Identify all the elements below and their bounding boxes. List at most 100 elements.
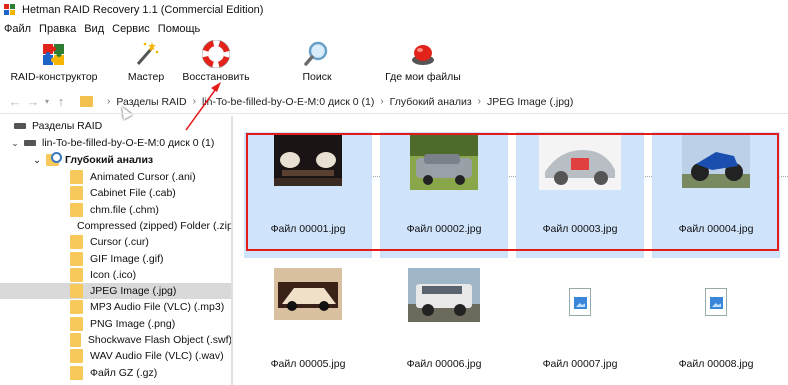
tree-label: Глубокий анализ — [65, 154, 154, 166]
folder-icon — [70, 251, 83, 266]
collapse-chevron-icon[interactable]: ⌄ — [32, 155, 42, 166]
tree-item-filetype[interactable]: Icon (.ico) — [0, 267, 232, 283]
menu-bar: Файл Правка Вид Сервис Помощь — [0, 20, 208, 37]
image-file-icon — [569, 288, 591, 316]
restore-button[interactable]: Восстановить — [180, 38, 252, 86]
file-name: Файл 00006.jpg — [406, 358, 482, 370]
tree-label: Icon (.ico) — [90, 268, 137, 281]
tree-label: Compressed (zipped) Folder (.zip) — [77, 219, 232, 232]
tree-label: GIF Image (.gif) — [90, 252, 164, 265]
folder-tree: Разделы RAID ⌄ lin-To-be-filled-by-O-E-M… — [0, 116, 232, 385]
collapse-chevron-icon[interactable]: ⌄ — [10, 138, 20, 149]
tree-scrollbar[interactable] — [231, 116, 233, 385]
breadcrumb-item-raid[interactable]: Разделы RAID — [116, 96, 186, 108]
lifebuoy-icon — [201, 39, 231, 69]
tree-label: Animated Cursor (.ani) — [90, 171, 196, 183]
file-tile[interactable]: Файл 00005.jpg — [244, 266, 372, 385]
app-window: Hetman RAID Recovery 1.1 (Commercial Edi… — [0, 0, 788, 385]
image-file-icon — [705, 288, 727, 316]
raid-constructor-label: RAID-конструктор — [10, 71, 98, 83]
tree-item-filetype[interactable]: JPEG Image (.jpg) — [0, 283, 232, 300]
tree-label: lin-To-be-filled-by-O-E-M:0 диск 0 (1) — [42, 137, 215, 149]
tree-item-filetype[interactable]: WAV Audio File (VLC) (.wav) — [0, 348, 232, 364]
search-button[interactable]: Поиск — [294, 38, 340, 86]
raid-constructor-button[interactable]: RAID-конструктор — [8, 38, 100, 86]
tree-item-filetype[interactable]: chm.file (.chm) — [0, 202, 232, 218]
menu-edit[interactable]: Правка — [39, 23, 76, 35]
tree-item-filetype[interactable]: Animated Cursor (.ani) — [0, 169, 232, 185]
folder-icon — [70, 267, 83, 282]
wizard-label: Мастер — [127, 71, 165, 83]
tree-item-deep-analysis[interactable]: ⌄ Глубокий анализ — [0, 152, 232, 168]
tree-label: PNG Image (.png) — [90, 317, 176, 330]
where-files-button[interactable]: Где мои файлы — [382, 38, 464, 86]
tree-item-filetype[interactable]: Cursor (.cur) — [0, 234, 232, 250]
menu-file[interactable]: Файл — [4, 23, 31, 35]
tree-item-disk[interactable]: ⌄ lin-To-be-filled-by-O-E-M:0 диск 0 (1) — [0, 135, 232, 151]
menu-view[interactable]: Вид — [84, 23, 104, 35]
back-arrow-icon[interactable]: ← — [6, 94, 24, 109]
file-thumbnail — [408, 268, 480, 325]
address-bar: ← → ▾ ↑ › Разделы RAID › lin-To-be-fille… — [0, 90, 788, 114]
search-folder-icon — [46, 152, 62, 166]
window-title: Hetman RAID Recovery 1.1 (Commercial Edi… — [22, 4, 264, 16]
raid-drive-icon — [14, 123, 26, 129]
breadcrumb[interactable]: › Разделы RAID › lin-To-be-filled-by-O-E… — [76, 92, 573, 112]
tree-label: chm.file (.chm) — [90, 203, 159, 216]
disk-icon — [24, 140, 36, 146]
tree-item-filetype[interactable]: GIF Image (.gif) — [0, 251, 232, 267]
breadcrumb-separator: › — [192, 96, 196, 107]
file-name: Файл 00008.jpg — [678, 358, 754, 370]
menu-service[interactable]: Сервис — [112, 23, 150, 35]
file-name: Файл 00005.jpg — [270, 358, 346, 370]
breadcrumb-item-deep[interactable]: Глубокий анализ — [390, 96, 472, 108]
file-name: Файл 00007.jpg — [542, 358, 618, 370]
tree-item-filetype[interactable]: Compressed (zipped) Folder (.zip) — [0, 218, 232, 234]
app-logo-icon — [4, 4, 16, 16]
where-files-label: Где мои файлы — [385, 71, 461, 83]
breadcrumb-item-jpeg[interactable]: JPEG Image (.jpg) — [487, 96, 573, 108]
tree-label: Разделы RAID — [32, 120, 103, 132]
folder-icon — [70, 186, 83, 201]
wizard-button[interactable]: Мастер — [118, 38, 174, 86]
folder-icon — [80, 96, 93, 107]
history-chevron-icon[interactable]: ▾ — [42, 97, 52, 106]
file-tile[interactable]: Файл 00008.jpg — [652, 266, 780, 385]
search-label: Поиск — [302, 71, 332, 83]
magic-wand-icon — [132, 40, 160, 68]
folder-icon — [70, 202, 83, 217]
tree-label: Файл GZ (.gz) — [90, 366, 158, 379]
folder-icon — [70, 349, 83, 364]
folder-icon — [70, 284, 83, 299]
title-bar: Hetman RAID Recovery 1.1 (Commercial Edi… — [0, 0, 788, 20]
folder-icon — [70, 365, 83, 380]
tree-item-filetype[interactable]: Shockwave Flash Object (.swf) — [0, 332, 232, 348]
puzzle-icon — [40, 40, 68, 68]
folder-icon — [70, 235, 83, 250]
folder-icon — [70, 333, 81, 347]
tree-label: Shockwave Flash Object (.swf) — [87, 334, 232, 346]
tree-label: WAV Audio File (VLC) (.wav) — [90, 350, 224, 363]
forward-arrow-icon[interactable]: → — [24, 94, 42, 109]
file-thumbnail — [274, 268, 342, 323]
tree-item-filetype[interactable]: Cabinet File (.cab) — [0, 185, 232, 201]
tree-item-filetype[interactable]: Файл GZ (.gz) — [0, 365, 232, 381]
tree-item-raid-partitions[interactable]: Разделы RAID — [0, 118, 232, 134]
highlight-frame — [246, 133, 779, 251]
red-button-icon — [409, 40, 437, 68]
magnifier-icon — [303, 40, 331, 68]
breadcrumb-separator: › — [477, 96, 481, 107]
breadcrumb-separator: › — [380, 96, 384, 107]
menu-help[interactable]: Помощь — [158, 23, 201, 35]
folder-icon — [70, 170, 83, 184]
tree-label: Cursor (.cur) — [90, 236, 149, 249]
file-tile[interactable]: Файл 00007.jpg — [516, 266, 644, 385]
up-arrow-icon[interactable]: ↑ — [52, 94, 70, 109]
tree-item-filetype[interactable]: MP3 Audio File (VLC) (.mp3) — [0, 299, 232, 315]
breadcrumb-item-disk[interactable]: lin-To-be-filled-by-O-E-M:0 диск 0 (1) — [202, 96, 374, 108]
tree-item-filetype[interactable]: PNG Image (.png) — [0, 316, 232, 332]
toolbar: RAID-конструктор Мастер Восстановить Пои… — [0, 38, 788, 120]
file-tile[interactable]: Файл 00006.jpg — [380, 266, 508, 385]
restore-label: Восстановить — [182, 71, 250, 83]
tree-label: MP3 Audio File (VLC) (.mp3) — [90, 301, 225, 314]
